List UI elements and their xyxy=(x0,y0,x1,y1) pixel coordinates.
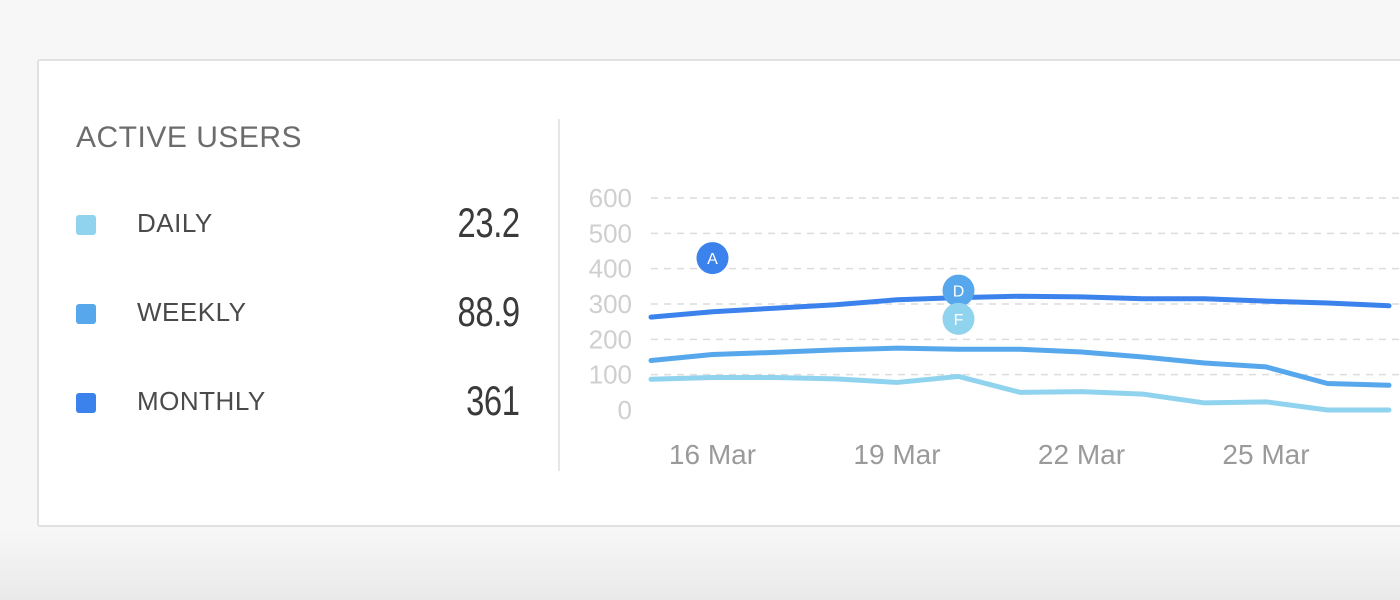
annotation-label-d: D xyxy=(953,284,965,301)
active-users-line-chart: 600 500 400 300 200 100 0 16 Mar 19 Mar 22 Mar 25 … xyxy=(589,183,1400,470)
y-tick-label: 600 xyxy=(589,183,632,213)
y-tick-label: 400 xyxy=(589,254,632,284)
annotation-label-f: F xyxy=(954,312,964,329)
y-tick-label: 0 xyxy=(618,395,632,425)
active-users-card: ACTIVE USERS DAILY 23.2 WEEKLY 88.9 MONT… xyxy=(37,59,1400,527)
y-tick-label: 200 xyxy=(589,324,632,354)
x-tick-label: 22 Mar xyxy=(1038,439,1125,470)
y-tick-label: 100 xyxy=(589,360,632,390)
y-tick-label: 300 xyxy=(589,289,632,319)
series-line-monthly xyxy=(648,293,1392,320)
annotation-label-a: A xyxy=(707,251,718,268)
page: ACTIVE USERS DAILY 23.2 WEEKLY 88.9 MONT… xyxy=(0,0,1400,600)
x-tick-label: 16 Mar xyxy=(669,439,756,470)
y-tick-label: 500 xyxy=(589,218,632,248)
x-tick-label: 19 Mar xyxy=(853,439,940,470)
series-line-daily xyxy=(648,373,1392,413)
x-tick-label: 25 Mar xyxy=(1222,439,1309,470)
